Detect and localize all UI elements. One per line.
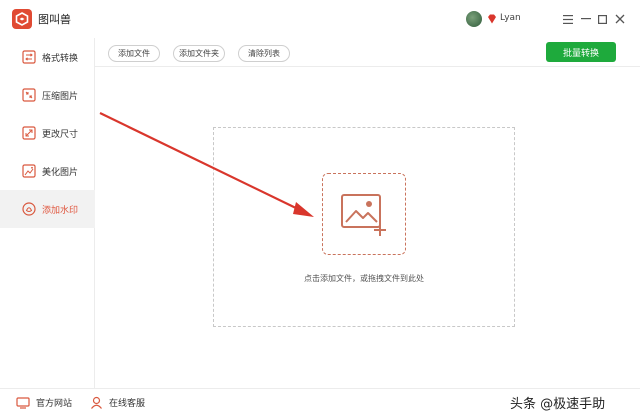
sidebar-item-beautify-image[interactable]: 美化图片 <box>0 152 95 190</box>
username[interactable]: Lyan <box>500 13 521 23</box>
drop-zone-hint: 点击添加文件，或拖拽文件到此处 <box>304 274 424 283</box>
toolbar-divider <box>95 66 640 67</box>
app-logo-icon <box>12 9 32 29</box>
resize-icon <box>22 126 36 140</box>
source-watermark: 头条 @极速手助 <box>510 397 606 412</box>
vip-diamond-icon <box>488 14 496 24</box>
maximize-icon[interactable] <box>594 10 610 28</box>
compress-image-icon <box>22 88 36 102</box>
official-site-link[interactable]: 官方网站 <box>16 396 72 409</box>
official-site-label: 官方网站 <box>36 399 73 409</box>
avatar[interactable] <box>466 11 482 27</box>
sidebar-item-label: 更改尺寸 <box>42 129 79 140</box>
add-file-button[interactable]: 添加文件 <box>108 45 160 62</box>
sidebar-item-format-convert[interactable]: 格式转换 <box>0 38 95 76</box>
menu-icon[interactable] <box>560 10 576 28</box>
online-support-link[interactable]: 在线客服 <box>90 396 145 409</box>
website-icon <box>16 396 30 409</box>
sidebar-item-label: 美化图片 <box>42 167 79 178</box>
sidebar-item-label: 格式转换 <box>42 53 79 64</box>
sidebar-item-watermark[interactable]: 添加水印 <box>0 190 95 228</box>
app-title: 图叫兽 <box>38 13 71 26</box>
watermark-icon <box>22 202 36 216</box>
sidebar-item-compress-image[interactable]: 压缩图片 <box>0 76 95 114</box>
support-icon <box>91 396 102 409</box>
online-support-label: 在线客服 <box>109 399 146 409</box>
add-folder-button[interactable]: 添加文件夹 <box>173 45 225 62</box>
sidebar-item-label: 添加水印 <box>42 205 79 216</box>
close-icon[interactable] <box>612 10 628 28</box>
sidebar-item-resize[interactable]: 更改尺寸 <box>0 114 95 152</box>
title-bar: 图叫兽 Lyan <box>0 0 640 38</box>
add-image-icon <box>341 194 386 236</box>
minimize-icon[interactable] <box>578 10 594 28</box>
batch-convert-button[interactable]: 批量转换 <box>546 42 616 62</box>
sidebar: 格式转换 压缩图片 更改尺寸 美化图片 添加水印 <box>0 38 95 388</box>
format-convert-icon <box>22 50 36 64</box>
clear-list-button[interactable]: 清除列表 <box>238 45 290 62</box>
beautify-image-icon <box>22 164 36 178</box>
sidebar-item-label: 压缩图片 <box>42 91 79 102</box>
